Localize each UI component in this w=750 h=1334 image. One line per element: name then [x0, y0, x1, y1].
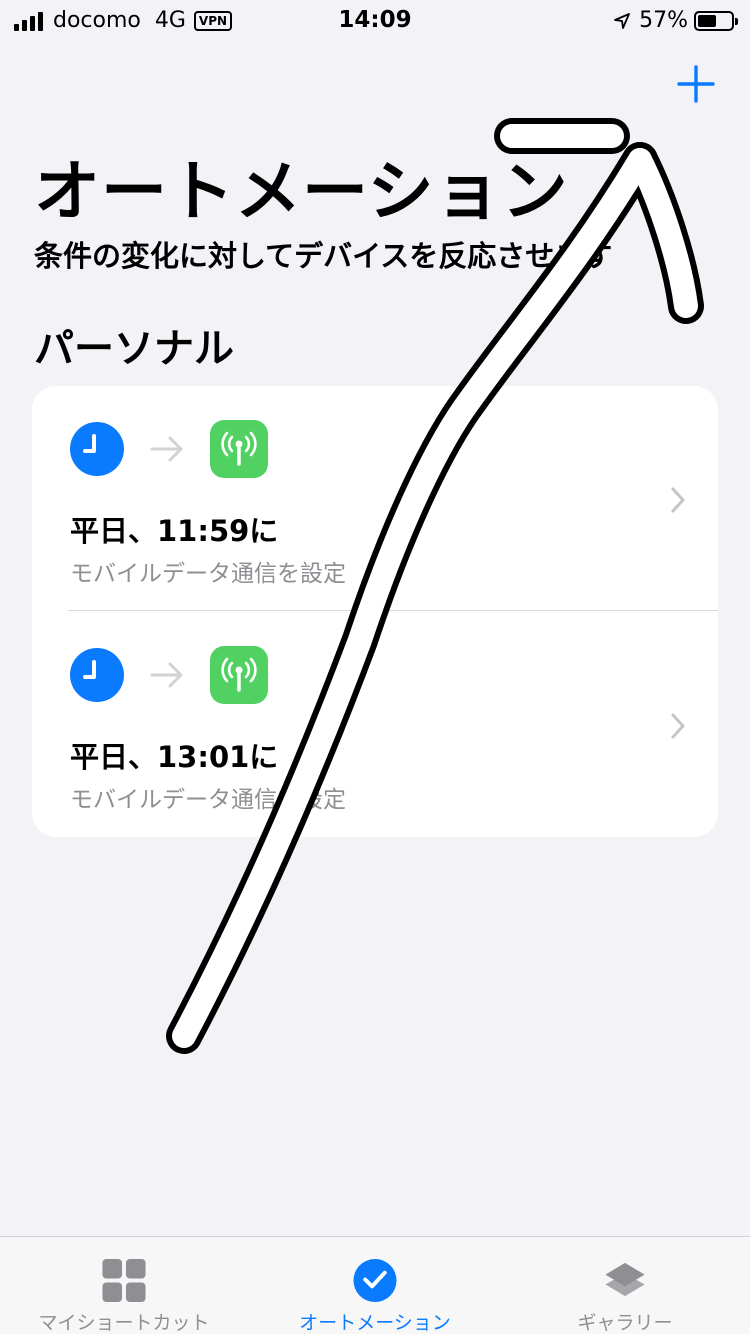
tab-label: オートメーション [299, 1312, 451, 1334]
arrow-right-icon [150, 662, 183, 688]
automation-icons [70, 646, 268, 704]
chevron-right-icon [671, 713, 685, 739]
plus-icon [677, 65, 715, 103]
tab-bar: マイショートカット オートメーション ギャラリー [0, 1236, 750, 1334]
automation-title: 平日、11:59に [70, 514, 279, 548]
battery-icon [694, 10, 738, 31]
automation-title: 平日、13:01に [70, 740, 279, 774]
tab-gallery[interactable]: ギャラリー [545, 1237, 705, 1334]
row-divider [68, 610, 718, 611]
add-automation-button[interactable] [676, 64, 716, 104]
checkmark-circle-icon [353, 1258, 397, 1303]
automation-subtitle: モバイルデータ通信を設定 [70, 787, 346, 813]
battery-percent: 57% [639, 8, 688, 33]
chevron-right-icon [671, 487, 685, 513]
tab-automation[interactable]: オートメーション [285, 1237, 465, 1334]
cellular-icon [210, 646, 268, 704]
status-bar: docomo 4G VPN 14:09 57% [0, 0, 750, 40]
automation-row[interactable]: 平日、13:01に モバイルデータ通信を設定 [32, 612, 718, 837]
tab-label: ギャラリー [577, 1312, 673, 1334]
automation-icons [70, 420, 268, 478]
tab-my-shortcuts[interactable]: マイショートカット [34, 1237, 214, 1334]
automation-list: 平日、11:59に モバイルデータ通信を設定 平日、13:01に モバイルデータ… [32, 386, 718, 837]
battery-level [698, 14, 717, 27]
section-title: パーソナル [34, 326, 234, 372]
clock-icon [70, 422, 124, 476]
grid-icon [102, 1258, 146, 1303]
layers-icon [605, 1262, 645, 1297]
page-subtitle: 条件の変化に対してデバイスを反応させます [34, 239, 613, 273]
arrow-right-icon [150, 436, 183, 462]
clock-icon [70, 648, 124, 702]
status-right: 57% [613, 8, 738, 33]
cellular-icon [210, 420, 268, 478]
tab-label: マイショートカット [38, 1312, 210, 1334]
page-title: オートメーション [34, 153, 569, 230]
automation-subtitle: モバイルデータ通信を設定 [70, 561, 346, 587]
location-arrow-icon [614, 12, 630, 29]
automation-row[interactable]: 平日、11:59に モバイルデータ通信を設定 [32, 386, 718, 611]
